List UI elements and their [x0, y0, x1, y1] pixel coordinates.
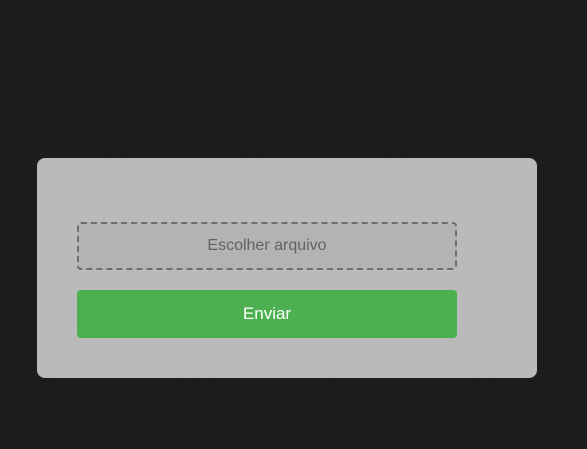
submit-button[interactable]: Enviar — [77, 290, 457, 338]
file-picker-label: Escolher arquivo — [207, 237, 327, 254]
upload-form-card: Escolher arquivo Enviar — [37, 158, 537, 378]
page-background: { "upload_form": { "file_picker_label": … — [0, 0, 587, 449]
file-picker-input[interactable]: Escolher arquivo — [77, 222, 457, 270]
